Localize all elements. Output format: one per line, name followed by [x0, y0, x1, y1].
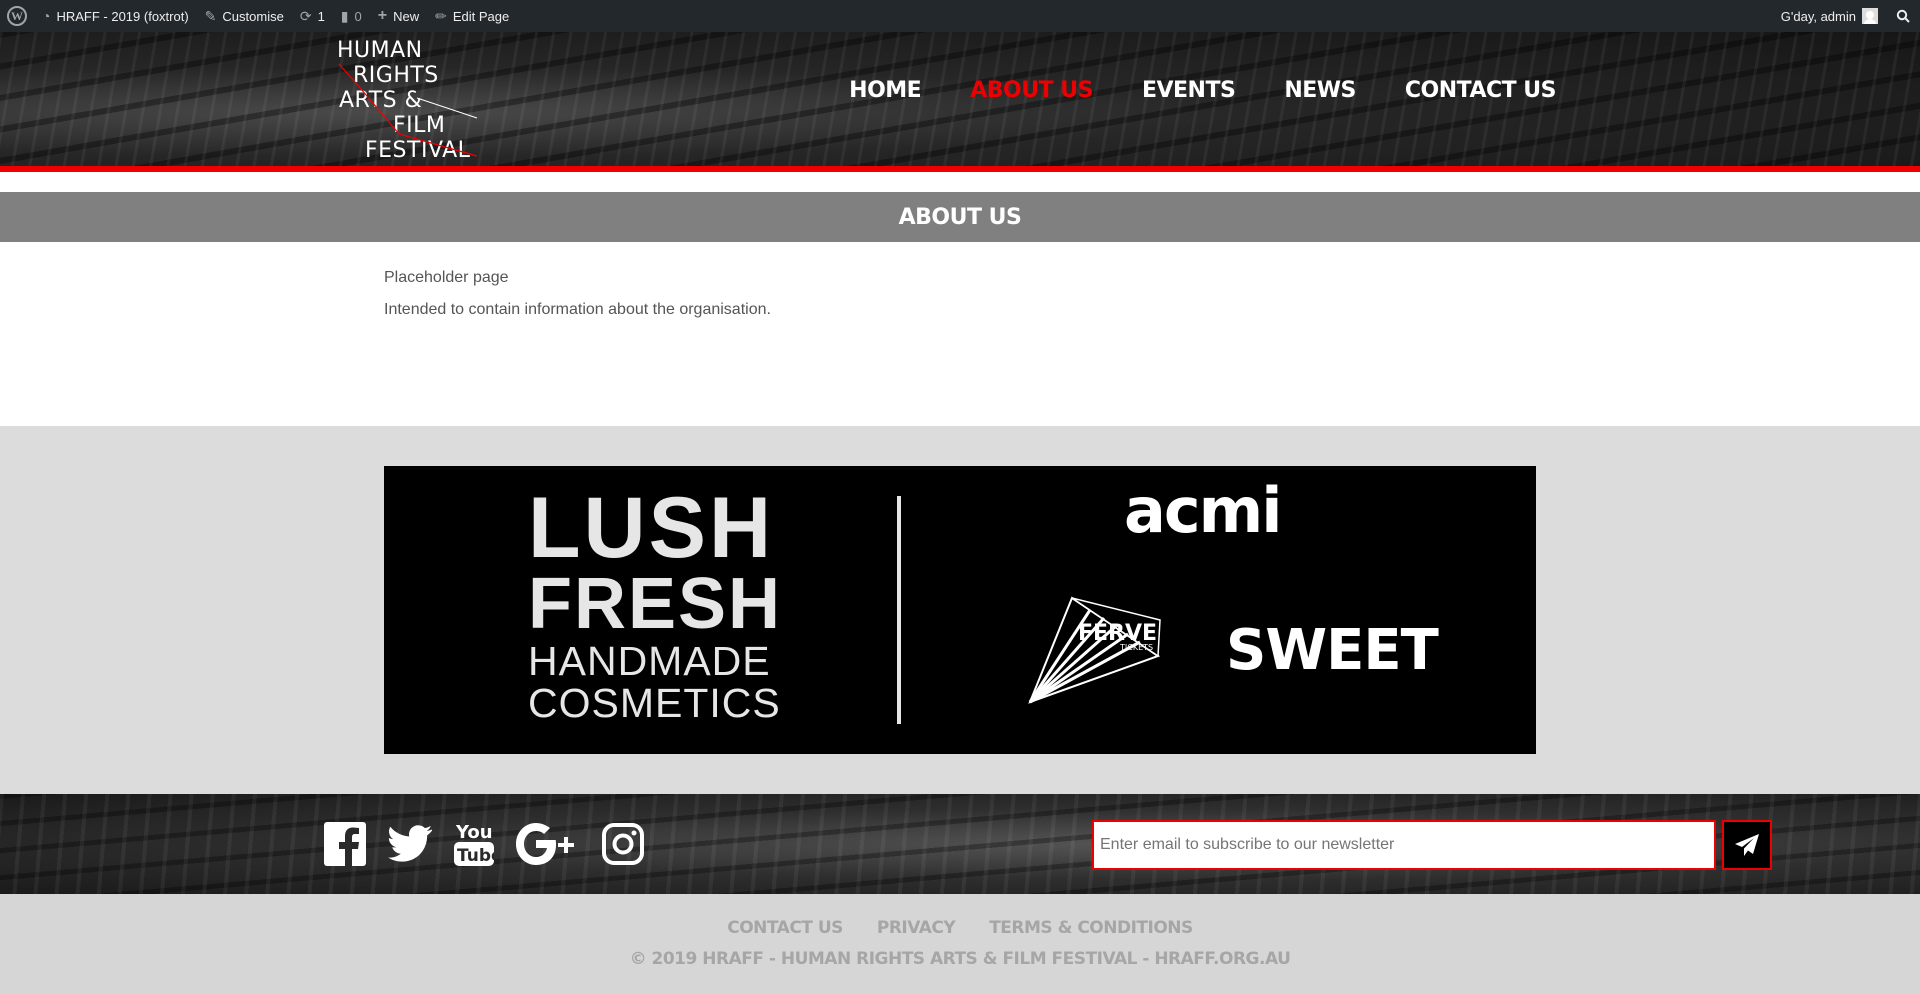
site-name-label: HRAFF - 2019 (foxtrot)	[56, 8, 189, 24]
paper-plane-icon	[1735, 834, 1759, 856]
svg-text:You: You	[455, 822, 493, 843]
site-name-link[interactable]: ◔ HRAFF - 2019 (foxtrot)	[34, 0, 197, 32]
nav-item-home[interactable]: HOME	[849, 78, 922, 103]
copyright-text: © 2019 HRAFF - HUMAN RIGHTS ARTS & FILM …	[629, 949, 1291, 969]
edit-page-link[interactable]: ✏ Edit Page	[427, 0, 517, 32]
dashboard-icon: ◔	[42, 8, 51, 24]
new-label: New	[393, 8, 420, 24]
lush-line: COSMETICS	[528, 680, 781, 726]
nav-item-events[interactable]: EVENTS	[1142, 78, 1236, 103]
acmi-logo: acmi	[1124, 474, 1282, 547]
content-paragraph: Intended to contain information about th…	[384, 301, 771, 318]
wordpress-logo-button[interactable]: W	[0, 0, 34, 32]
site-logo[interactable]: HUMAN RIGHTS ARTS & FILM FESTIVAL	[337, 38, 478, 163]
youtube-icon[interactable]: You Tube	[454, 820, 494, 868]
main-nav: HOME ABOUT US EVENTS NEWS CONTACT US	[849, 78, 1556, 103]
footer-bottom: CONTACT US PRIVACY TERMS & CONDITIONS © …	[0, 894, 1920, 994]
new-content-link[interactable]: + New	[370, 0, 427, 32]
sweet-logo: SWEET	[1226, 618, 1439, 683]
footer-link-terms[interactable]: TERMS & CONDITIONS	[989, 918, 1193, 938]
logo-lines-graphic	[338, 63, 478, 157]
footer-social-bar: You Tub e	[0, 794, 1920, 894]
site-header: HUMAN RIGHTS ARTS & FILM FESTIVAL HOME A…	[0, 32, 1920, 172]
page-content: Placeholder page Intended to contain inf…	[384, 262, 771, 326]
page-title-bar: ABOUT US	[0, 192, 1920, 242]
edit-page-label: Edit Page	[452, 8, 510, 24]
ferve-subtext: TICKETS	[1119, 643, 1153, 652]
comments-link[interactable]: ▮ 0	[333, 0, 370, 32]
lush-line: LUSH	[528, 480, 775, 576]
wordpress-icon: W	[7, 6, 27, 26]
comment-icon: ▮	[340, 7, 349, 24]
customise-label: Customise	[222, 8, 284, 24]
updates-link[interactable]: ⟳ 1	[292, 0, 333, 32]
google-plus-icon[interactable]	[516, 823, 580, 865]
avatar	[1862, 8, 1878, 24]
nav-item-about-us[interactable]: ABOUT US	[970, 78, 1093, 103]
newsletter-submit-button[interactable]	[1722, 820, 1772, 870]
svg-text:Tube: Tube	[457, 846, 494, 866]
twitter-icon[interactable]	[388, 825, 432, 863]
social-links: You Tube	[324, 820, 644, 868]
brush-icon: ✎	[204, 7, 217, 24]
content-paragraph: Placeholder page	[384, 269, 509, 286]
updates-count: 1	[317, 8, 325, 24]
footer-link-privacy[interactable]: PRIVACY	[877, 918, 956, 938]
account-menu[interactable]: G'day, admin	[1773, 0, 1886, 32]
footer-links: CONTACT US PRIVACY TERMS & CONDITIONS	[0, 918, 1920, 938]
search-icon	[1896, 9, 1910, 23]
admin-search-button[interactable]	[1886, 0, 1920, 32]
ferve-tickets-logo: FERVE TICKETS	[1028, 596, 1168, 711]
customise-link[interactable]: ✎ Customise	[197, 0, 292, 32]
ferve-graphic: FERVE TICKETS	[1028, 596, 1161, 704]
newsletter-email-input[interactable]	[1092, 820, 1716, 870]
facebook-icon[interactable]	[324, 822, 366, 866]
lush-logo: LUSH FRESH HANDMADE COSMETICS	[528, 480, 783, 726]
lush-line: FRESH	[528, 564, 783, 644]
admin-bar: W ◔ HRAFF - 2019 (foxtrot) ✎ Customise ⟳…	[0, 0, 1920, 32]
plus-icon: +	[377, 7, 388, 24]
nav-item-contact-us[interactable]: CONTACT US	[1405, 78, 1557, 103]
instagram-icon[interactable]	[602, 823, 644, 865]
page-title: ABOUT US	[898, 204, 1022, 230]
lush-line: HANDMADE	[528, 638, 771, 684]
comments-count: 0	[354, 8, 362, 24]
footer-link-contact-us[interactable]: CONTACT US	[727, 918, 843, 938]
sponsor-divider	[897, 496, 901, 724]
nav-item-news[interactable]: NEWS	[1284, 78, 1356, 103]
pencil-icon: ✏	[435, 7, 447, 24]
sponsor-banner[interactable]: LUSH FRESH HANDMADE COSMETICS acmi FERVE…	[384, 466, 1536, 754]
greeting-label: G'day, admin	[1780, 8, 1856, 24]
sponsor-section: LUSH FRESH HANDMADE COSMETICS acmi FERVE…	[0, 426, 1920, 794]
updates-icon: ⟳	[299, 7, 312, 24]
